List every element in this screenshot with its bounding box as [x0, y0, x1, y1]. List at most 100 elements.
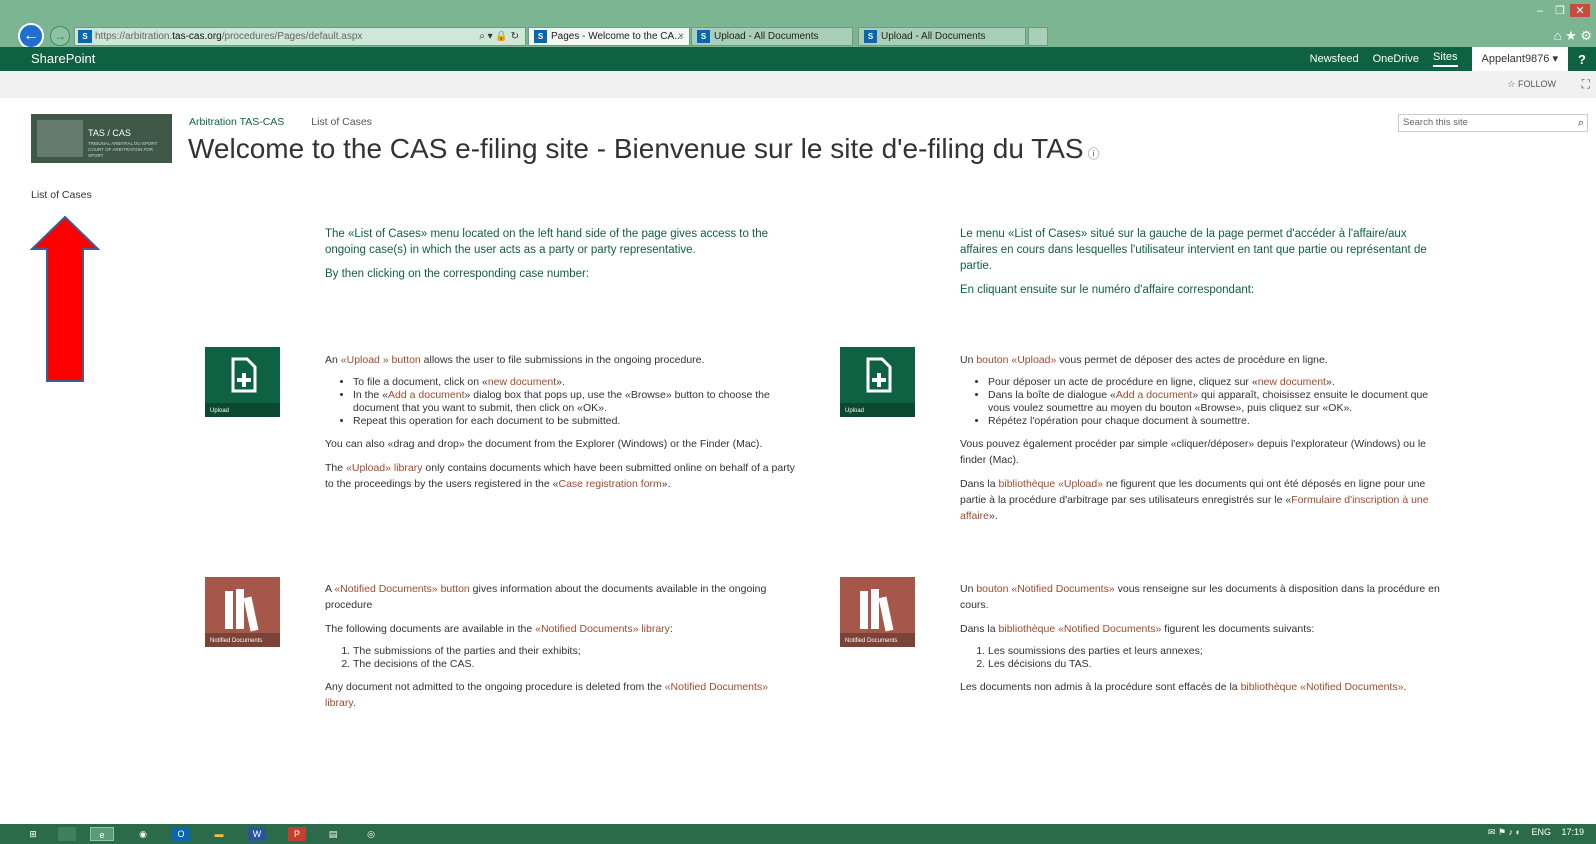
- text: In the «: [353, 389, 389, 401]
- logo-emblem: [37, 120, 83, 157]
- app-icon[interactable]: [58, 827, 76, 841]
- nav-sites[interactable]: Sites: [1433, 51, 1458, 67]
- new-document-link[interactable]: new document: [1258, 376, 1326, 388]
- new-document-link[interactable]: new document: [488, 376, 556, 388]
- sharepoint-favicon-icon: S: [864, 30, 877, 43]
- help-icon[interactable]: ?: [1568, 51, 1596, 67]
- drag-drop-fr: Vous pouvez également procéder par simpl…: [960, 438, 1427, 466]
- tray-icons[interactable]: ✉ ⚑ ♪ ◐: [1488, 827, 1521, 837]
- sharepoint-favicon-icon: S: [534, 30, 547, 43]
- upload-library-link[interactable]: bibliothèque «Upload»: [999, 478, 1104, 490]
- notified-tile-en[interactable]: Notified Documents: [205, 577, 280, 647]
- nav-list-of-cases[interactable]: List of Cases: [31, 189, 92, 201]
- tab-upload-1[interactable]: S Upload - All Documents: [691, 27, 853, 46]
- clock[interactable]: 17:19: [1561, 827, 1584, 837]
- red-arrow-annotation: [29, 215, 101, 382]
- suite-nav: Newsfeed OneDrive Sites Appelant9876 ▾ ?: [1310, 47, 1596, 71]
- add-document-link[interactable]: Add a document: [1116, 389, 1192, 401]
- page-title: Welcome to the CAS e-filing site - Bienv…: [188, 133, 1100, 165]
- upload-document-icon: [231, 357, 257, 393]
- list-item: Les soumissions des parties et leurs ann…: [988, 645, 1440, 658]
- search-input[interactable]: Search this site ⌕: [1398, 114, 1588, 132]
- upload-button-link[interactable]: bouton «Upload»: [976, 354, 1056, 366]
- start-icon[interactable]: ⊞: [24, 827, 42, 841]
- breadcrumb-site-link[interactable]: Arbitration TAS-CAS: [189, 116, 284, 128]
- breadcrumb-page-link[interactable]: List of Cases: [311, 116, 372, 128]
- upload-library-link[interactable]: «Upload» library: [346, 462, 422, 474]
- intro-fr-p2: En cliquant ensuite sur le numéro d'affa…: [960, 284, 1255, 296]
- case-registration-link[interactable]: Case registration form: [558, 478, 661, 490]
- upload-tile-en[interactable]: Upload: [205, 347, 280, 417]
- outlook-icon[interactable]: O: [172, 827, 190, 841]
- notified-button-link[interactable]: bouton «Notified Documents»: [976, 583, 1114, 595]
- upload-library-en: The «Upload» library only contains docum…: [325, 460, 795, 492]
- word-icon[interactable]: W: [248, 827, 266, 841]
- tab-label: Pages - Welcome to the CA...: [551, 31, 683, 42]
- address-bar-actions[interactable]: ⌕ ▾ 🔒 ↻: [479, 28, 519, 45]
- notified-library-link-2[interactable]: bibliothèque «Notified Documents»: [1241, 681, 1404, 693]
- upload-document-icon: [866, 357, 892, 393]
- notified-button-link[interactable]: «Notified Documents» button: [334, 583, 469, 595]
- minimize-button[interactable]: –: [1530, 5, 1550, 17]
- firefox-icon[interactable]: ◉: [134, 827, 152, 841]
- system-tray: ✉ ⚑ ♪ ◐ ENG 17:19: [1480, 827, 1584, 838]
- tab-close-icon[interactable]: ×: [678, 28, 684, 46]
- calculator-icon[interactable]: ▤: [326, 827, 340, 841]
- user-menu[interactable]: Appelant9876 ▾: [1471, 47, 1568, 71]
- home-icon[interactable]: ⌂: [1554, 28, 1562, 43]
- upload-desc-fr: Un bouton «Upload» vous permet de dépose…: [960, 352, 1440, 368]
- tab-pages-welcome[interactable]: S Pages - Welcome to the CA... ×: [528, 27, 690, 46]
- nav-onedrive[interactable]: OneDrive: [1373, 53, 1419, 65]
- internet-explorer-icon[interactable]: e: [90, 827, 114, 841]
- text: The following documents are available in…: [325, 623, 536, 635]
- notified-library-link[interactable]: «Notified Documents» library: [535, 623, 670, 635]
- intro-fr: Le menu «List of Cases» situé sur la gau…: [960, 226, 1435, 306]
- search-icon[interactable]: ⌕: [1578, 115, 1584, 131]
- back-button[interactable]: ←: [18, 23, 44, 49]
- close-window-button[interactable]: ✕: [1570, 4, 1590, 17]
- tab-upload-2[interactable]: S Upload - All Documents: [858, 27, 1026, 46]
- list-item: The submissions of the parties and their…: [353, 645, 795, 658]
- powerpoint-icon[interactable]: P: [288, 827, 306, 841]
- notified-section-en: A «Notified Documents» button gives info…: [325, 581, 795, 719]
- notified-tile-fr[interactable]: Notified Documents: [840, 577, 915, 647]
- file-explorer-icon[interactable]: ▬: [210, 827, 228, 841]
- follow-button[interactable]: ☆ FOLLOW: [1507, 79, 1556, 90]
- notified-list-en: The submissions of the parties and their…: [353, 645, 795, 671]
- notified-deleted-en: Any document not admitted to the ongoing…: [325, 679, 795, 711]
- intro-en: The «List of Cases» menu located on the …: [325, 226, 790, 290]
- list-item: Dans la boîte de dialogue «Add a documen…: [988, 389, 1440, 415]
- upload-desc-en: An «Upload » button allows the user to f…: [325, 352, 795, 368]
- restore-button[interactable]: ❐: [1550, 4, 1570, 17]
- notified-desc-fr: Un bouton «Notified Documents» vous rens…: [960, 581, 1440, 613]
- notified-available-fr: Dans la bibliothèque «Notified Documents…: [960, 621, 1440, 637]
- text: A: [325, 583, 335, 595]
- text: Dans la: [960, 623, 999, 635]
- address-bar[interactable]: S https://arbitration.tas-cas.org/proced…: [74, 27, 526, 46]
- upload-button-link[interactable]: «Upload » button: [341, 354, 421, 366]
- notified-tile-label: Notified Documents: [210, 638, 263, 644]
- info-icon[interactable]: ⓘ: [1088, 147, 1100, 161]
- text: ».: [556, 376, 565, 388]
- favorites-star-icon[interactable]: ★: [1565, 28, 1577, 43]
- site-logo[interactable]: TAS / CAS TRIBUNAL ARBITRAL DU SPORT COU…: [31, 114, 172, 163]
- add-document-link[interactable]: Add a document: [388, 389, 464, 401]
- sharepoint-brand[interactable]: SharePoint: [31, 51, 95, 66]
- gear-icon[interactable]: ⚙: [1580, 28, 1592, 43]
- forward-button[interactable]: →: [50, 26, 70, 46]
- notified-deleted-fr: Les documents non admis à la procédure s…: [960, 679, 1440, 695]
- upload-steps-fr: Pour déposer un acte de procédure en lig…: [988, 376, 1440, 428]
- list-item: The decisions of the CAS.: [353, 658, 795, 671]
- focus-on-content-icon[interactable]: ⛶: [1582, 77, 1590, 92]
- notified-desc-en: A «Notified Documents» button gives info…: [325, 581, 795, 613]
- notified-available-en: The following documents are available in…: [325, 621, 795, 637]
- language-indicator[interactable]: ENG: [1531, 827, 1551, 837]
- app-icon-2[interactable]: ◎: [362, 827, 380, 841]
- nav-newsfeed[interactable]: Newsfeed: [1310, 53, 1359, 65]
- notified-library-link[interactable]: bibliothèque «Notified Documents»: [999, 623, 1162, 635]
- notified-list-fr: Les soumissions des parties et leurs ann…: [988, 645, 1440, 671]
- upload-tile-fr[interactable]: Upload: [840, 347, 915, 417]
- logo-subtitle: TRIBUNAL ARBITRAL DU SPORT COURT OF ARBI…: [88, 141, 168, 159]
- new-tab-button[interactable]: [1028, 27, 1048, 46]
- list-item: In the «Add a document» dialog box that …: [353, 389, 795, 415]
